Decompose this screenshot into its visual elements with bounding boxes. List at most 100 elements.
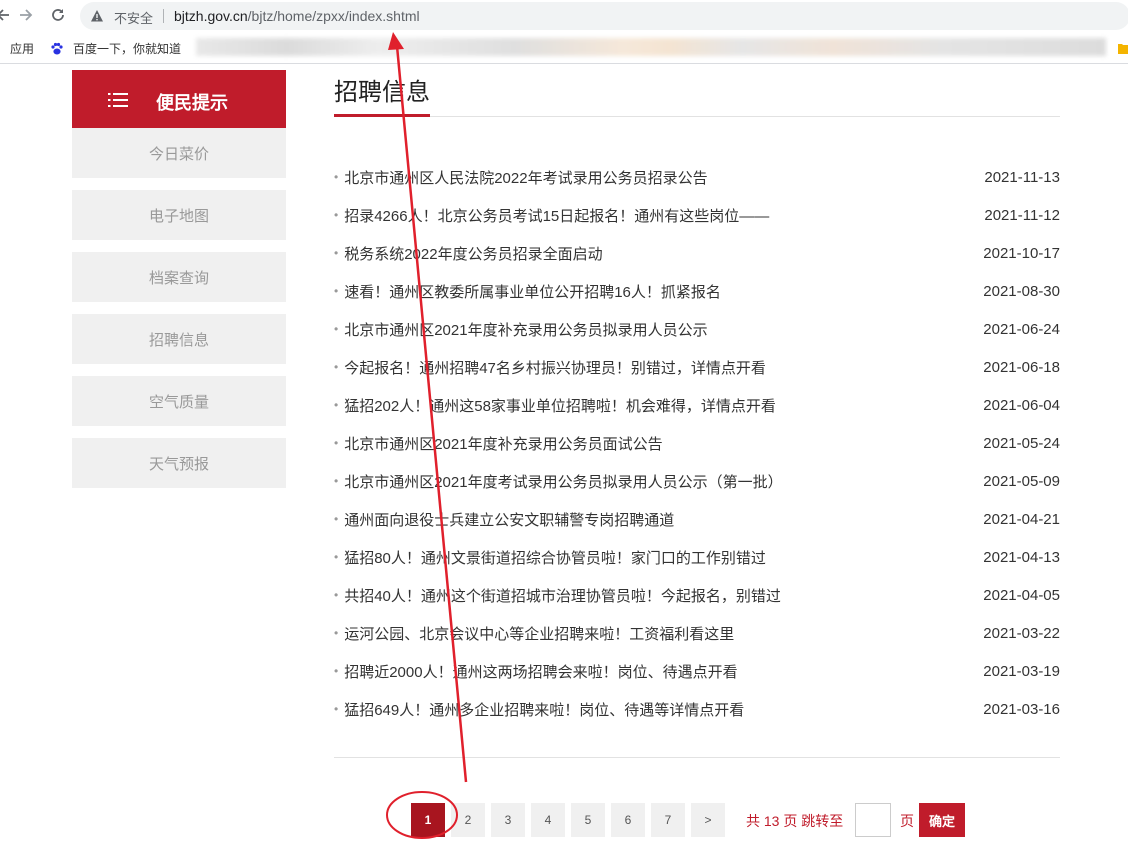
blurred-bookmarks — [196, 38, 1106, 56]
page-button-7[interactable]: 7 — [651, 803, 685, 837]
bookmark-baidu-label: 百度一下，你就知道 — [73, 42, 182, 56]
article-date: 2021-06-18 — [983, 358, 1060, 376]
bookmark-apps[interactable]: 应用 — [10, 40, 34, 57]
page-button-3[interactable]: 3 — [491, 803, 525, 837]
security-status: 不安全 — [114, 11, 154, 26]
title-divider — [334, 116, 1060, 117]
list-item[interactable]: • 共招40人！通州这个街道招城市治理协管员啦！今起报名，别错过 2021-04-0… — [334, 576, 1060, 614]
article-date: 2021-03-22 — [983, 624, 1060, 642]
article-title[interactable]: 招录4266人！北京公务员考试15日起报名！通州有这些岗位—— — [344, 205, 769, 226]
article-title[interactable]: 税务系统2022年度公务员招录全面启动 — [344, 243, 602, 264]
bullet-icon: • — [334, 170, 339, 184]
page-title: 招聘信息 — [334, 79, 430, 106]
article-title[interactable]: 猛招202人！通州这58家事业单位招聘啦！机会难得，详情点开看 — [344, 395, 776, 416]
reload-icon[interactable] — [47, 4, 69, 26]
total-pages-text: 共 13 页 跳转至 — [746, 813, 844, 829]
address-bar[interactable]: 不安全 bjtzh.gov.cn/bjtz/home/zpxx/index.sh… — [80, 2, 1128, 30]
list-item[interactable]: • 税务系统2022年度公务员招录全面启动 2021-10-17 — [334, 234, 1060, 272]
list-item[interactable]: • 猛招202人！通州这58家事业单位招聘啦！机会难得，详情点开看 2021-06-… — [334, 386, 1060, 424]
address-divider — [163, 9, 164, 23]
bullet-icon: • — [334, 550, 339, 564]
article-date: 2021-04-05 — [983, 586, 1060, 604]
next-page-button[interactable]: > — [691, 803, 725, 837]
article-title[interactable]: 猛招80人！通州文景街道招综合协管员啦！家门口的工作别错过 — [344, 547, 766, 568]
page-button-1[interactable]: 1 — [411, 803, 445, 837]
list-item[interactable]: • 北京市通州区人民法院2022年考试录用公务员招录公告 2021-11-13 — [334, 158, 1060, 196]
article-date: 2021-10-17 — [983, 244, 1060, 262]
article-list: • 北京市通州区人民法院2022年考试录用公务员招录公告 2021-11-13 • 招… — [334, 158, 1060, 728]
back-arrow-icon[interactable] — [0, 4, 14, 26]
bullet-icon: • — [334, 512, 339, 526]
confirm-jump-button[interactable]: 确定 — [919, 803, 965, 837]
page-button-5[interactable]: 5 — [571, 803, 605, 837]
sidebar-item-archive-query[interactable]: 档案查询 — [72, 252, 286, 302]
article-date: 2021-06-24 — [983, 320, 1060, 338]
sidebar-item-weather[interactable]: 天气预报 — [72, 438, 286, 488]
article-title[interactable]: 北京市通州区2021年度考试录用公务员拟录用人员公示（第一批） — [344, 471, 782, 492]
article-date: 2021-11-12 — [984, 206, 1060, 224]
page-suffix-text: 页 — [900, 813, 914, 829]
article-title[interactable]: 猛招649人！通州多企业招聘来啦！岗位、待遇等详情点开看 — [344, 699, 744, 720]
bullet-icon: • — [334, 398, 339, 412]
title-accent-bar — [334, 114, 430, 117]
url-host: bjtzh.gov.cn — [174, 8, 248, 24]
bullet-icon: • — [334, 284, 339, 298]
article-title[interactable]: 共招40人！通州这个街道招城市治理协管员啦！今起报名，别错过 — [344, 585, 781, 606]
article-date: 2021-08-30 — [983, 282, 1060, 300]
page-button-2[interactable]: 2 — [451, 803, 485, 837]
article-title[interactable]: 运河公园、北京会议中心等企业招聘来啦！工资福利看这里 — [344, 623, 734, 644]
bullet-icon: • — [334, 360, 339, 374]
bullet-icon: • — [334, 322, 339, 336]
list-item[interactable]: • 通州面向退役士兵建立公安文职辅警专岗招聘通道 2021-04-21 — [334, 500, 1060, 538]
list-bottom-divider — [334, 757, 1060, 758]
list-item[interactable]: • 猛招80人！通州文景街道招综合协管员啦！家门口的工作别错过 2021-04-13 — [334, 538, 1060, 576]
sidebar-item-e-map[interactable]: 电子地图 — [72, 190, 286, 240]
bullet-icon: • — [334, 588, 339, 602]
article-title[interactable]: 北京市通州区2021年度补充录用公务员面试公告 — [344, 433, 662, 454]
browser-toolbar: 不安全 bjtzh.gov.cn/bjtz/home/zpxx/index.sh… — [0, 0, 1128, 32]
article-title[interactable]: 北京市通州区2021年度补充录用公务员拟录用人员公示 — [344, 319, 707, 340]
bullet-icon: • — [334, 474, 339, 488]
list-item[interactable]: • 今起报名！通州招聘47名乡村振兴协理员！别错过，详情点开看 2021-06-18 — [334, 348, 1060, 386]
sidebar-item-air-quality[interactable]: 空气质量 — [72, 376, 286, 426]
bookmarks-bar: 应用 百度一下，你就知道 — [0, 32, 1128, 64]
article-title[interactable]: 北京市通州区人民法院2022年考试录用公务员招录公告 — [344, 167, 707, 188]
article-date: 2021-06-04 — [983, 396, 1060, 414]
bullet-icon: • — [334, 626, 339, 640]
sidebar-item-recruitment[interactable]: 招聘信息 — [72, 314, 286, 364]
article-title[interactable]: 速看！通州区教委所属事业单位公开招聘16人！抓紧报名 — [344, 281, 721, 302]
list-item[interactable]: • 招录4266人！北京公务员考试15日起报名！通州有这些岗位—— 2021-11-… — [334, 196, 1060, 234]
list-item[interactable]: • 招聘近2000人！通州这两场招聘会来啦！岗位、待遇点开看 2021-03-19 — [334, 652, 1060, 690]
forward-arrow-icon[interactable] — [15, 4, 37, 26]
list-item[interactable]: • 运河公园、北京会议中心等企业招聘来啦！工资福利看这里 2021-03-22 — [334, 614, 1060, 652]
bullet-icon: • — [334, 664, 339, 678]
list-menu-icon — [108, 93, 128, 107]
article-date: 2021-05-09 — [983, 472, 1060, 490]
article-title[interactable]: 招聘近2000人！通州这两场招聘会来啦！岗位、待遇点开看 — [344, 661, 737, 682]
bullet-icon: • — [334, 246, 339, 260]
url-path: /bjtz/home/zpxx/index.shtml — [247, 8, 420, 24]
sidebar-item-vegetable-prices[interactable]: 今日菜价 — [72, 128, 286, 178]
jump-page-input[interactable] — [855, 803, 891, 837]
article-date: 2021-03-19 — [983, 662, 1060, 680]
article-date: 2021-04-13 — [983, 548, 1060, 566]
baidu-paw-icon — [51, 42, 63, 54]
list-item[interactable]: • 猛招649人！通州多企业招聘来啦！岗位、待遇等详情点开看 2021-03-16 — [334, 690, 1060, 728]
sidebar-header: 便民提示 — [72, 70, 286, 128]
list-item[interactable]: • 北京市通州区2021年度考试录用公务员拟录用人员公示（第一批） 2021-05-… — [334, 462, 1060, 500]
page-button-4[interactable]: 4 — [531, 803, 565, 837]
bullet-icon: • — [334, 702, 339, 716]
list-item[interactable]: • 北京市通州区2021年度补充录用公务员面试公告 2021-05-24 — [334, 424, 1060, 462]
folder-icon[interactable] — [1118, 42, 1128, 54]
sidebar-title: 便民提示 — [156, 93, 228, 113]
page-button-6[interactable]: 6 — [611, 803, 645, 837]
bookmark-baidu[interactable]: 百度一下，你就知道 — [50, 40, 181, 57]
list-item[interactable]: • 北京市通州区2021年度补充录用公务员拟录用人员公示 2021-06-24 — [334, 310, 1060, 348]
article-date: 2021-03-16 — [983, 700, 1060, 718]
list-item[interactable]: • 速看！通州区教委所属事业单位公开招聘16人！抓紧报名 2021-08-30 — [334, 272, 1060, 310]
url-text[interactable]: bjtzh.gov.cn/bjtz/home/zpxx/index.shtml — [174, 8, 420, 24]
bullet-icon: • — [334, 208, 339, 222]
article-title[interactable]: 通州面向退役士兵建立公安文职辅警专岗招聘通道 — [344, 509, 674, 530]
article-title[interactable]: 今起报名！通州招聘47名乡村振兴协理员！别错过，详情点开看 — [344, 357, 766, 378]
article-date: 2021-11-13 — [984, 168, 1060, 186]
